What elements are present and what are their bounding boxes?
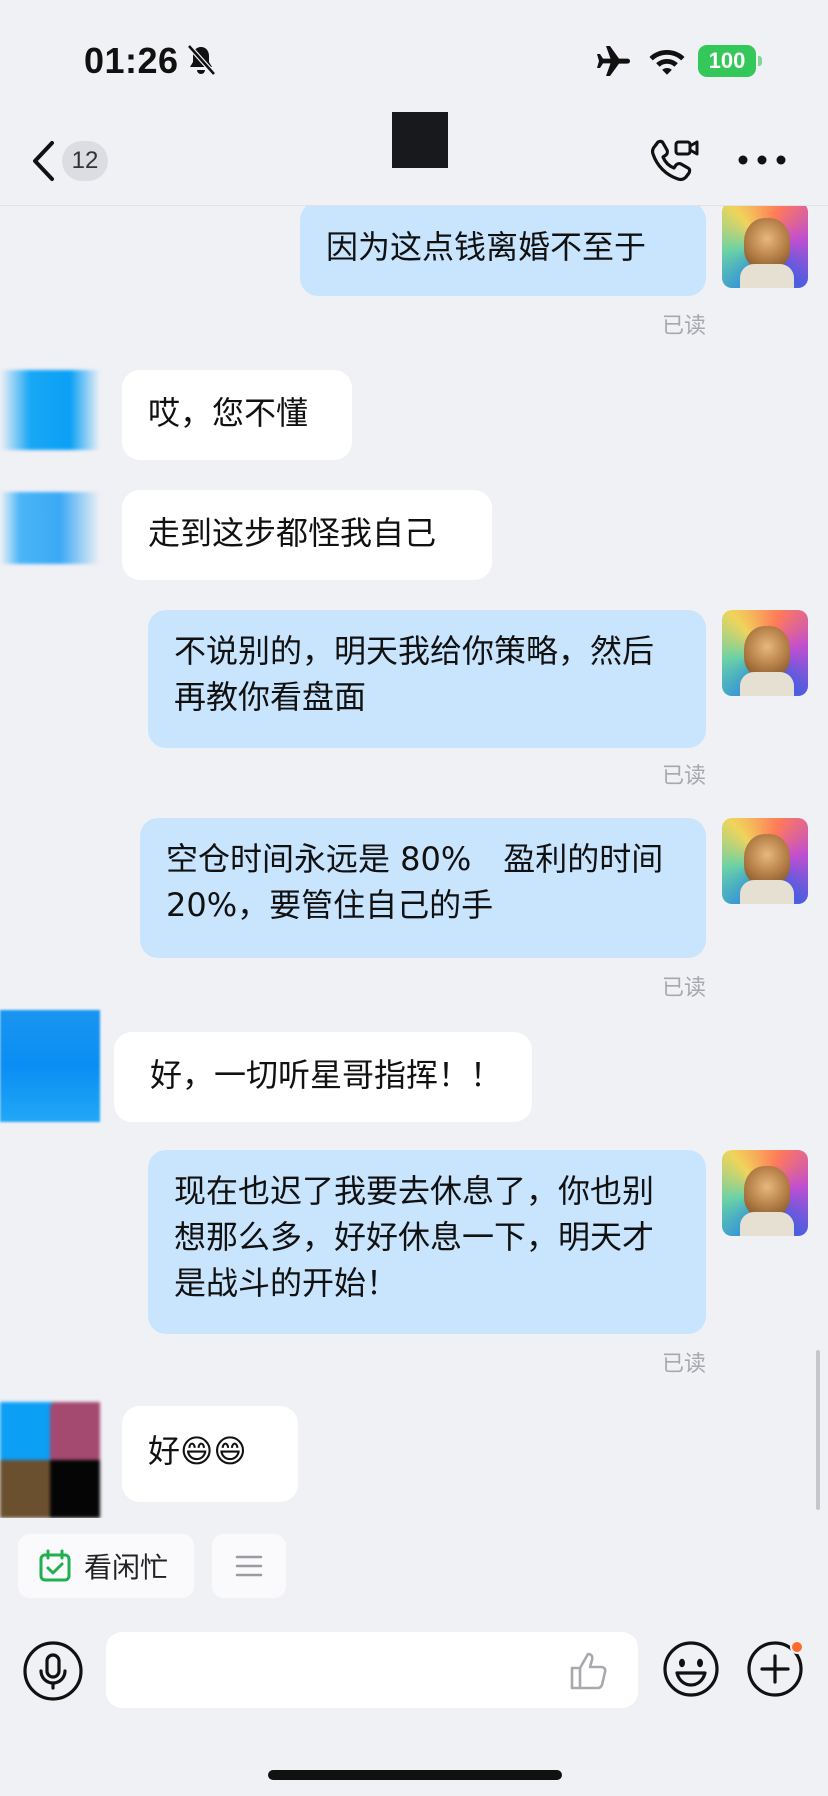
- chat-scrollbar[interactable]: [816, 1350, 820, 1510]
- contact-avatar-blurred[interactable]: [0, 370, 100, 450]
- quick-action-bar: 看闲忙: [0, 1518, 828, 1608]
- notification-dot: [790, 1640, 804, 1654]
- microphone-icon[interactable]: [22, 1640, 84, 1702]
- my-avatar[interactable]: [722, 818, 808, 904]
- thumbs-up-icon[interactable]: [568, 1650, 610, 1692]
- back-button[interactable]: 12: [30, 136, 120, 186]
- video-call-icon[interactable]: [648, 136, 700, 184]
- read-receipt: 已读: [661, 1352, 706, 1377]
- contact-avatar-blurred[interactable]: [0, 1402, 100, 1518]
- message-bubble-incoming[interactable]: 好，一切听星哥指挥！！: [114, 1032, 532, 1122]
- back-chevron-icon: [33, 141, 54, 181]
- contact-avatar-blurred[interactable]: [0, 492, 100, 564]
- my-avatar[interactable]: [722, 610, 808, 696]
- home-indicator[interactable]: [268, 1770, 562, 1780]
- message-bubble-outgoing[interactable]: 空仓时间永远是 80% 盈利的时间 20%，要管住自己的手: [140, 818, 706, 958]
- list-icon: [235, 1555, 263, 1577]
- chat-header: 12: [0, 110, 828, 206]
- busy-status-label: 看闲忙: [84, 1551, 169, 1584]
- battery-indicator: 100: [698, 45, 762, 77]
- contact-name-redacted[interactable]: [392, 112, 448, 168]
- message-input-bar: [0, 1610, 828, 1796]
- emoji-icon[interactable]: [662, 1640, 720, 1698]
- more-quick-actions-button[interactable]: [212, 1534, 286, 1598]
- airplane-icon: [597, 46, 630, 76]
- read-receipt: 已读: [661, 764, 706, 789]
- status-bar: 01:26 100: [0, 0, 828, 110]
- my-avatar[interactable]: [722, 206, 808, 288]
- bell-slash-icon: [187, 44, 216, 76]
- message-bubble-outgoing[interactable]: 因为这点钱离婚不至于: [300, 206, 706, 296]
- message-bubble-outgoing[interactable]: 不说别的，明天我给你策略，然后再教你看盘面: [148, 610, 706, 748]
- my-avatar[interactable]: [722, 1150, 808, 1236]
- message-bubble-incoming[interactable]: 走到这步都怪我自己: [122, 490, 492, 580]
- message-input[interactable]: [106, 1632, 638, 1708]
- read-receipt: 已读: [661, 976, 706, 1001]
- more-icon[interactable]: [736, 152, 788, 168]
- message-bubble-outgoing[interactable]: 现在也迟了我要去休息了，你也别想那么多，好好休息一下，明天才是战斗的开始！: [148, 1150, 706, 1334]
- message-bubble-incoming[interactable]: 哎，您不懂: [122, 370, 352, 460]
- message-bubble-incoming[interactable]: 好😄😄: [122, 1406, 298, 1502]
- status-time: 01:26: [84, 40, 179, 81]
- read-receipt: 已读: [661, 314, 706, 339]
- calendar-check-icon: [39, 1549, 71, 1582]
- unread-count-badge: 12: [62, 141, 108, 181]
- chat-message-list[interactable]: 因为这点钱离婚不至于 已读 哎，您不懂 走到这步都怪我自己 不说别的，明天我给你…: [0, 206, 828, 1518]
- busy-status-button[interactable]: 看闲忙: [18, 1534, 194, 1598]
- wifi-icon: [649, 50, 685, 75]
- contact-avatar-blurred[interactable]: [0, 1010, 100, 1122]
